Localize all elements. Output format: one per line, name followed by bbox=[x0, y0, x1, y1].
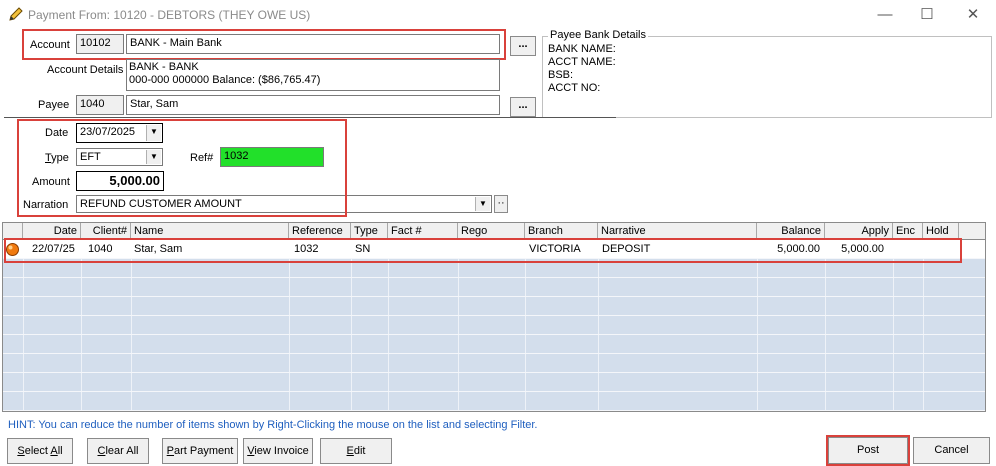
payee-bank-title: Payee Bank Details bbox=[548, 29, 648, 41]
empty-row bbox=[3, 278, 985, 297]
chevron-down-icon[interactable]: ▼ bbox=[146, 150, 161, 164]
ref-field[interactable]: 1032 bbox=[220, 147, 324, 167]
account-code-field[interactable]: 10102 bbox=[76, 34, 124, 54]
cell-fact bbox=[389, 240, 395, 259]
ref-label: Ref# bbox=[190, 152, 214, 164]
empty-row bbox=[3, 354, 985, 373]
cell-apply: 5,000.00 bbox=[841, 243, 884, 255]
view-invoice-button[interactable]: View Invoice bbox=[243, 438, 313, 464]
orange-circle-icon bbox=[5, 240, 20, 259]
header-apply[interactable]: Apply bbox=[825, 223, 893, 239]
header-name[interactable]: Name bbox=[131, 223, 289, 239]
empty-row bbox=[3, 316, 985, 335]
amount-field[interactable]: 5,000.00 bbox=[76, 171, 164, 191]
cell-balance: 5,000.00 bbox=[777, 243, 820, 255]
cell-rego bbox=[459, 240, 465, 259]
empty-row bbox=[3, 392, 985, 411]
payee-name-field[interactable]: Star, Sam bbox=[126, 95, 500, 115]
narration-extra-button[interactable]: ·· bbox=[494, 195, 508, 213]
post-button[interactable]: Post bbox=[828, 437, 908, 464]
header-enc[interactable]: Enc bbox=[893, 223, 923, 239]
acct-name-label: ACCT NAME: bbox=[548, 56, 616, 68]
cancel-button[interactable]: Cancel bbox=[913, 437, 990, 464]
date-picker[interactable]: 23/07/2025 ▼ bbox=[76, 123, 163, 143]
account-details-line1: BANK - BANK bbox=[129, 61, 199, 73]
account-details-label: Account Details bbox=[47, 64, 124, 76]
acct-no-label: ACCT NO: bbox=[548, 82, 601, 94]
title-bar: Payment From: 10120 - DEBTORS (THEY OWE … bbox=[0, 0, 996, 30]
empty-row bbox=[3, 259, 985, 278]
bsb-label: BSB: bbox=[548, 69, 574, 81]
close-icon[interactable]: ✕ bbox=[958, 4, 988, 26]
minimize-icon[interactable]: — bbox=[870, 4, 900, 26]
cell-branch: VICTORIA bbox=[529, 243, 581, 255]
payee-code-field[interactable]: 1040 bbox=[76, 95, 124, 115]
cell-hold bbox=[923, 240, 929, 259]
account-details-line2: 000-000 000000 Balance: ($86,765.47) bbox=[129, 74, 321, 86]
chevron-down-icon[interactable]: ▼ bbox=[146, 125, 161, 141]
table-row[interactable]: 22/07/25 1040 Star, Sam 1032 SN VICTORIA… bbox=[3, 240, 985, 259]
narration-select[interactable]: REFUND CUSTOMER AMOUNT ▼ bbox=[76, 195, 492, 213]
date-label: Date bbox=[45, 127, 69, 139]
narration-value: REFUND CUSTOMER AMOUNT bbox=[80, 198, 242, 210]
select-all-button[interactable]: Select All bbox=[7, 438, 73, 464]
date-value: 23/07/2025 bbox=[80, 126, 136, 138]
type-select[interactable]: EFT ▼ bbox=[76, 148, 163, 166]
header-rego[interactable]: Rego bbox=[458, 223, 525, 239]
bank-name-label: BANK NAME: bbox=[548, 43, 616, 55]
payee-bank-group: Payee Bank Details BANK NAME: ACCT NAME:… bbox=[542, 29, 992, 118]
clear-all-button[interactable]: Clear All bbox=[87, 438, 149, 464]
header-branch[interactable]: Branch bbox=[525, 223, 598, 239]
edit-button[interactable]: Edit bbox=[320, 438, 392, 464]
cell-date: 22/07/25 bbox=[32, 243, 75, 255]
header-reference[interactable]: Reference bbox=[289, 223, 351, 239]
header-hold[interactable]: Hold bbox=[923, 223, 959, 239]
account-browse-button[interactable]: ... bbox=[510, 36, 536, 56]
cell-name: Star, Sam bbox=[134, 243, 183, 255]
account-details-box: BANK - BANK 000-000 000000 Balance: ($86… bbox=[126, 59, 500, 91]
empty-row bbox=[3, 297, 985, 316]
type-value: EFT bbox=[80, 151, 101, 163]
header-date[interactable]: Date bbox=[23, 223, 81, 239]
account-label: Account bbox=[30, 39, 70, 51]
divider bbox=[4, 117, 616, 118]
cell-reference: 1032 bbox=[294, 243, 319, 255]
window-title: Payment From: 10120 - DEBTORS (THEY OWE … bbox=[28, 8, 311, 22]
header-status bbox=[3, 223, 23, 239]
grid-header: Date Client# Name Reference Type Fact # … bbox=[3, 223, 985, 240]
cell-narrative: DEPOSIT bbox=[602, 243, 651, 255]
payee-browse-button[interactable]: ... bbox=[510, 97, 536, 117]
narration-label: Narration bbox=[23, 199, 69, 211]
chevron-down-icon[interactable]: ▼ bbox=[475, 197, 490, 211]
empty-row bbox=[3, 335, 985, 354]
cell-enc bbox=[893, 240, 899, 259]
empty-row bbox=[3, 373, 985, 392]
cell-type: SN bbox=[355, 243, 371, 255]
payee-label: Payee bbox=[38, 99, 70, 111]
header-narrative[interactable]: Narrative bbox=[598, 223, 757, 239]
maximize-icon[interactable]: ☐ bbox=[912, 4, 942, 26]
hint-text: HINT: You can reduce the number of items… bbox=[8, 419, 538, 431]
account-name-field[interactable]: BANK - Main Bank bbox=[126, 34, 500, 54]
transactions-grid[interactable]: Date Client# Name Reference Type Fact # … bbox=[2, 222, 986, 412]
header-type[interactable]: Type bbox=[351, 223, 388, 239]
cell-client: 1040 bbox=[88, 243, 113, 255]
type-label: Type bbox=[45, 152, 69, 164]
part-payment-button[interactable]: Part Payment bbox=[162, 438, 238, 464]
header-client[interactable]: Client# bbox=[81, 223, 131, 239]
header-fact[interactable]: Fact # bbox=[388, 223, 458, 239]
pencil-icon bbox=[8, 6, 24, 25]
amount-label: Amount bbox=[32, 176, 70, 188]
header-balance[interactable]: Balance bbox=[757, 223, 825, 239]
